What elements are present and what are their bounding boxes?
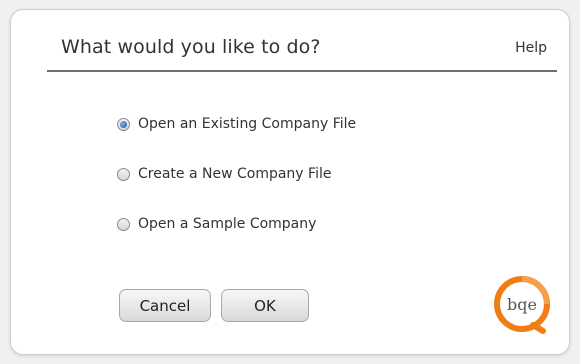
company-file-dialog: What would you like to do? Help Open an … — [10, 9, 570, 355]
radio-open-sample[interactable] — [117, 217, 130, 231]
radio-create-new[interactable] — [117, 167, 130, 181]
option-label-open-existing: Open an Existing Company File — [138, 116, 357, 132]
dialog-header: What would you like to do? Help — [47, 32, 557, 72]
dialog-title: What would you like to do? — [61, 36, 321, 58]
cancel-button[interactable]: Cancel — [119, 289, 211, 322]
help-link[interactable]: Help — [515, 40, 547, 56]
option-open-sample[interactable]: Open a Sample Company — [117, 213, 356, 235]
option-label-open-sample: Open a Sample Company — [138, 216, 317, 232]
logo-text: bqe — [507, 295, 537, 314]
bqe-logo-icon: bqe — [494, 276, 550, 334]
option-open-existing[interactable]: Open an Existing Company File — [117, 113, 356, 135]
option-list: Open an Existing Company File Create a N… — [117, 113, 356, 263]
option-label-create-new: Create a New Company File — [138, 166, 332, 182]
ok-button[interactable]: OK — [221, 289, 309, 322]
option-create-new[interactable]: Create a New Company File — [117, 163, 356, 185]
radio-open-existing[interactable] — [117, 117, 130, 131]
